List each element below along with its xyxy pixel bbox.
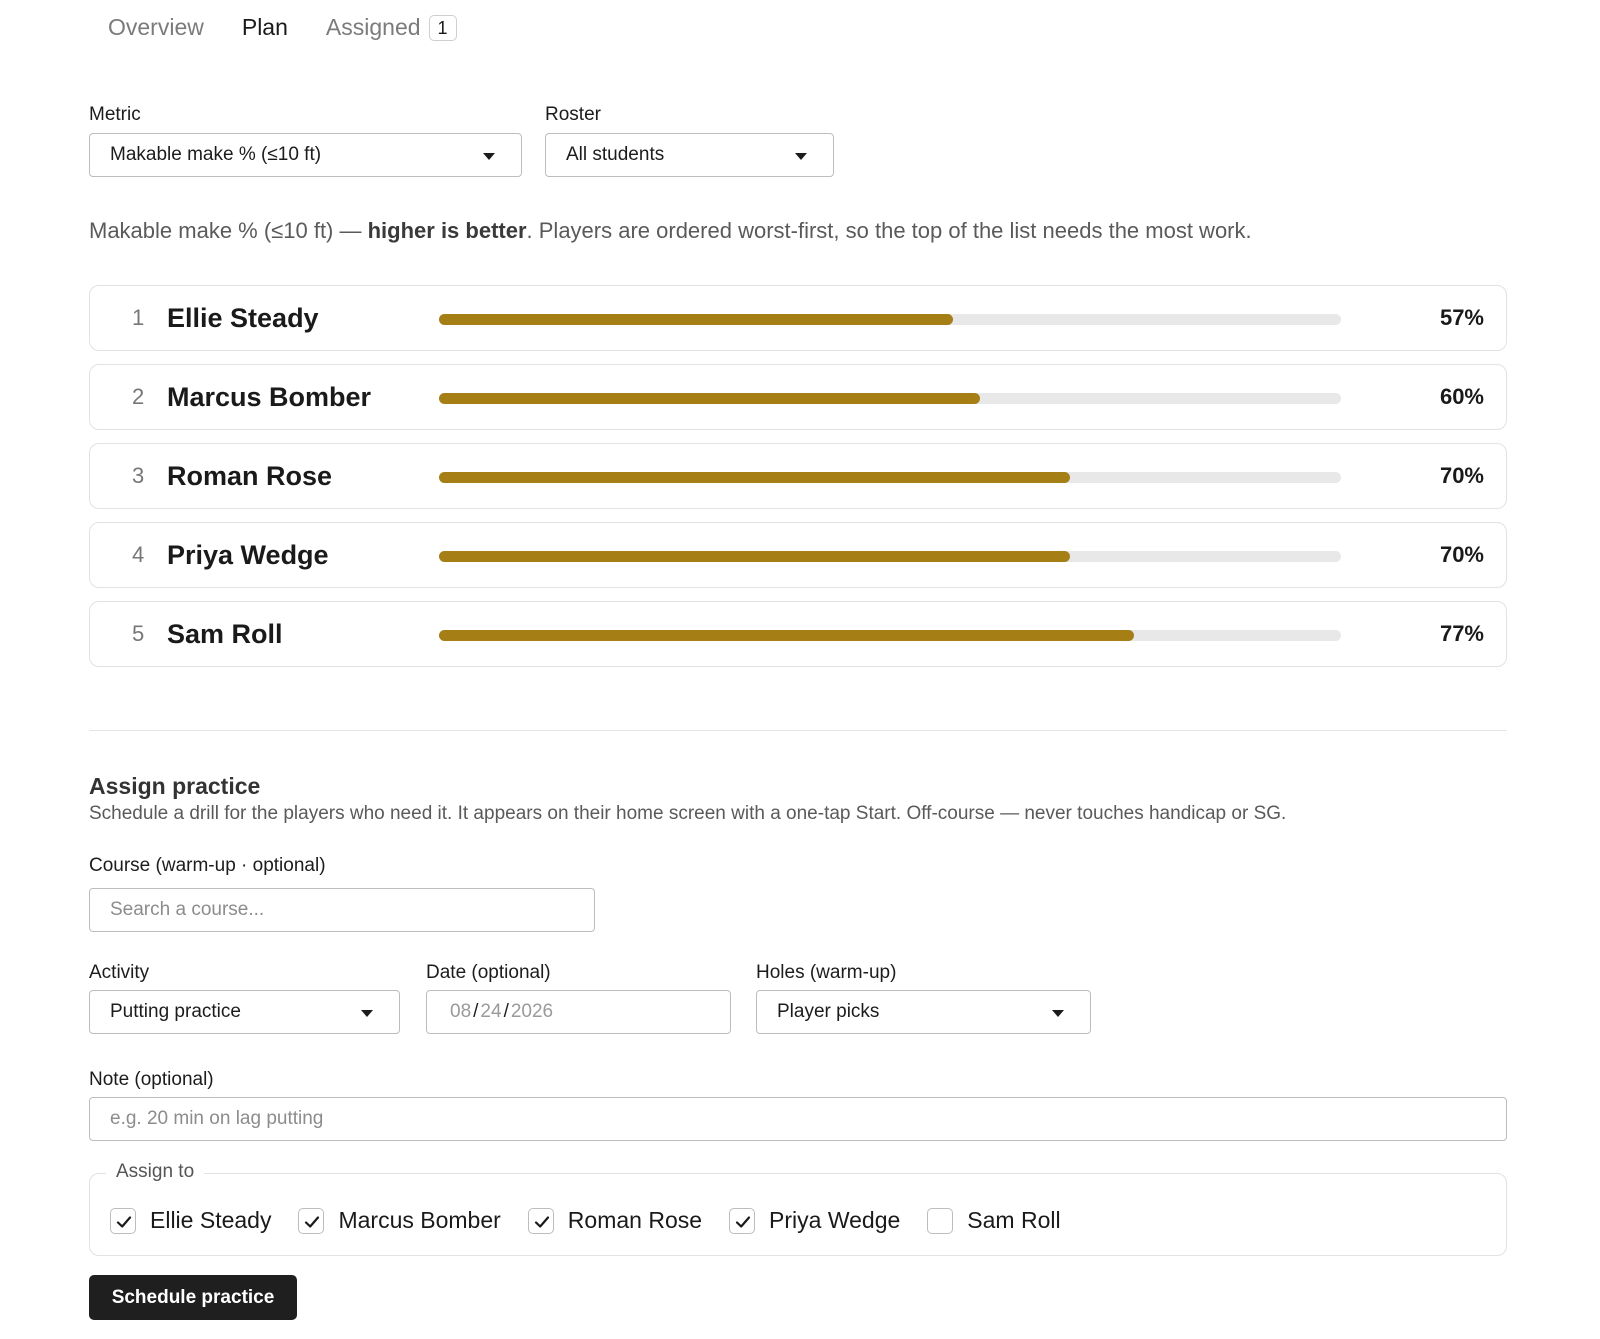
rank-number: 3 bbox=[132, 463, 145, 488]
metric-value: 57% bbox=[1439, 305, 1484, 330]
metric-select-value: Makable make % (≤10 ft) bbox=[110, 144, 322, 165]
description-suffix: . Players are ordered worst-first, so th… bbox=[526, 218, 1252, 243]
assign-practice-description: Schedule a drill for the players who nee… bbox=[89, 803, 1287, 824]
tab-assigned-label: Assigned bbox=[325, 14, 421, 40]
activity-select-value: Putting practice bbox=[110, 1001, 241, 1022]
holes-label: Holes (warm-up) bbox=[756, 962, 897, 983]
assign-checkbox-item[interactable]: Ellie Steady bbox=[110, 1207, 271, 1234]
progress-fill bbox=[439, 630, 1134, 641]
note-placeholder: e.g. 20 min on lag putting bbox=[110, 1108, 324, 1129]
assign-to-fieldset: Assign to Ellie Steady Marcus Bomber Rom… bbox=[89, 1161, 1507, 1256]
course-search-placeholder: Search a course... bbox=[110, 899, 265, 920]
checkbox[interactable] bbox=[927, 1207, 954, 1234]
metric-description: Makable make % (≤10 ft) — higher is bett… bbox=[89, 218, 1252, 244]
assign-checkbox-item[interactable]: Marcus Bomber bbox=[298, 1207, 501, 1234]
chevron-down-icon bbox=[1052, 1010, 1064, 1017]
checkmark-icon bbox=[534, 1215, 549, 1228]
course-search-input[interactable]: Search a course... bbox=[89, 888, 595, 932]
checkbox[interactable] bbox=[729, 1207, 756, 1234]
date-day: 24 bbox=[480, 1001, 502, 1022]
metric-value: 70% bbox=[1439, 542, 1484, 567]
chevron-down-icon bbox=[795, 153, 807, 160]
progress-fill bbox=[439, 314, 954, 325]
ranking-row: 3 Roman Rose 70% bbox=[89, 443, 1507, 509]
checkmark-icon bbox=[305, 1215, 320, 1228]
player-name: Sam Roll bbox=[167, 619, 283, 649]
checkbox-label: Sam Roll bbox=[967, 1207, 1061, 1233]
rank-number: 5 bbox=[132, 621, 145, 646]
rank-number: 1 bbox=[132, 305, 145, 330]
progress-track bbox=[439, 551, 1341, 562]
ranking-row: 5 Sam Roll 77% bbox=[89, 601, 1507, 667]
checkbox-label: Roman Rose bbox=[567, 1207, 703, 1233]
metric-label: Metric bbox=[89, 104, 141, 125]
tab-plan[interactable]: Plan bbox=[242, 14, 288, 41]
checkbox-label: Ellie Steady bbox=[150, 1207, 272, 1233]
progress-fill bbox=[439, 472, 1071, 483]
metric-value: 77% bbox=[1439, 621, 1484, 646]
assigned-count-badge: 1 bbox=[428, 14, 457, 41]
note-label: Note (optional) bbox=[89, 1069, 214, 1090]
date-separator: / bbox=[473, 1001, 479, 1022]
assign-practice-title: Assign practice bbox=[89, 773, 261, 799]
date-month: 08 bbox=[450, 1001, 472, 1022]
assign-checkbox-item[interactable]: Priya Wedge bbox=[729, 1207, 900, 1234]
roster-label: Roster bbox=[545, 104, 601, 125]
player-name: Ellie Steady bbox=[167, 303, 319, 333]
progress-fill bbox=[439, 551, 1071, 562]
assign-checkbox-item[interactable]: Roman Rose bbox=[527, 1207, 703, 1234]
tab-bar: Overview Plan Assigned 1 bbox=[108, 14, 495, 41]
rank-number: 2 bbox=[132, 384, 145, 409]
description-emphasis: higher is better bbox=[367, 218, 527, 243]
player-name: Priya Wedge bbox=[167, 540, 329, 570]
tab-assigned[interactable]: Assigned 1 bbox=[326, 14, 457, 41]
assign-to-checkboxes: Ellie Steady Marcus Bomber Roman Rose Pr… bbox=[110, 1207, 1088, 1234]
metric-select[interactable]: Makable make % (≤10 ft) bbox=[89, 133, 522, 177]
description-prefix: Makable make % (≤10 ft) — bbox=[89, 218, 368, 243]
progress-fill bbox=[439, 393, 981, 404]
assign-checkbox-item[interactable]: Sam Roll bbox=[927, 1207, 1061, 1234]
progress-track bbox=[439, 472, 1341, 483]
chevron-down-icon bbox=[361, 1010, 373, 1017]
checkbox-label: Marcus Bomber bbox=[338, 1207, 501, 1233]
schedule-practice-button[interactable]: Schedule practice bbox=[89, 1275, 297, 1320]
date-input[interactable]: 08/24/2026 bbox=[426, 990, 731, 1034]
player-name: Marcus Bomber bbox=[167, 382, 372, 412]
tab-overview[interactable]: Overview bbox=[108, 14, 204, 41]
ranking-row: 4 Priya Wedge 70% bbox=[89, 522, 1507, 588]
chevron-down-icon bbox=[483, 153, 495, 160]
checkmark-icon bbox=[735, 1215, 751, 1228]
progress-track bbox=[439, 314, 1341, 325]
checkmark-icon bbox=[116, 1215, 132, 1228]
holes-select-value: Player picks bbox=[777, 1001, 880, 1022]
checkbox[interactable] bbox=[110, 1207, 136, 1234]
roster-select[interactable]: All students bbox=[545, 133, 834, 177]
holes-select[interactable]: Player picks bbox=[756, 990, 1091, 1034]
activity-label: Activity bbox=[89, 962, 150, 983]
player-name: Roman Rose bbox=[167, 461, 333, 491]
checkbox[interactable] bbox=[527, 1207, 554, 1234]
metric-value: 70% bbox=[1439, 463, 1484, 488]
roster-select-value: All students bbox=[566, 144, 665, 165]
date-year: 2026 bbox=[510, 1001, 554, 1022]
activity-select[interactable]: Putting practice bbox=[89, 990, 400, 1034]
section-divider bbox=[89, 730, 1507, 731]
checkbox[interactable] bbox=[298, 1207, 325, 1234]
course-label: Course (warm-up · optional) bbox=[89, 855, 326, 876]
checkbox-label: Priya Wedge bbox=[769, 1207, 901, 1233]
rank-number: 4 bbox=[132, 542, 145, 567]
ranking-row: 1 Ellie Steady 57% bbox=[89, 285, 1507, 351]
date-label: Date (optional) bbox=[426, 962, 551, 983]
ranking-row: 2 Marcus Bomber 60% bbox=[89, 364, 1507, 430]
note-input[interactable]: e.g. 20 min on lag putting bbox=[89, 1097, 1507, 1141]
assign-to-legend: Assign to bbox=[106, 1161, 205, 1183]
metric-value: 60% bbox=[1439, 384, 1484, 409]
progress-track bbox=[439, 393, 1341, 404]
progress-track bbox=[439, 630, 1341, 641]
date-separator: / bbox=[503, 1001, 509, 1022]
